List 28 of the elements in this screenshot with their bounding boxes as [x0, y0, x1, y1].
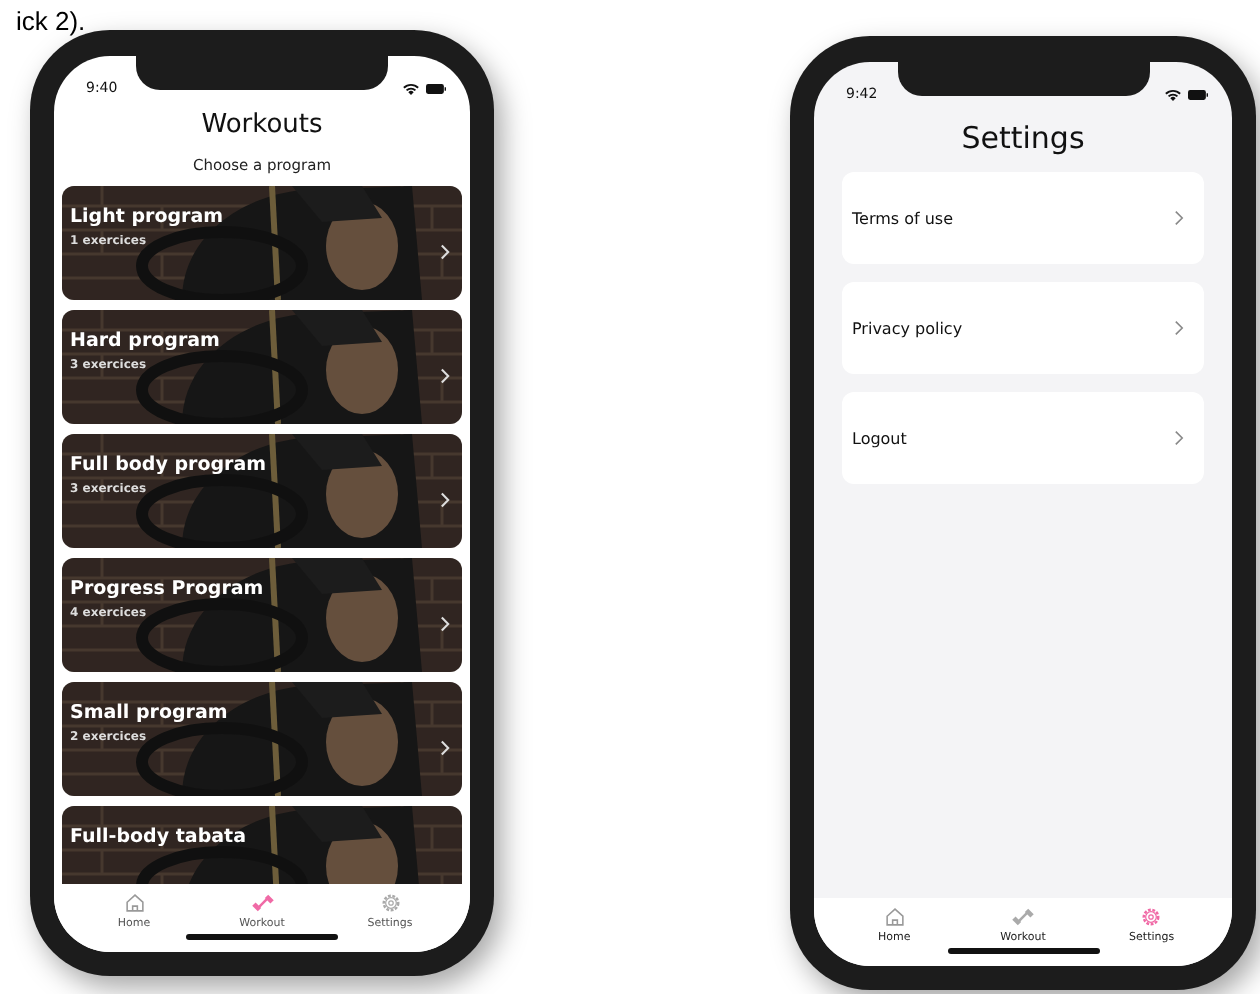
- chevron-icon: [440, 739, 450, 755]
- program-name: Light program: [70, 206, 226, 228]
- program-name: Small program: [70, 702, 230, 724]
- battery-icon: [1188, 89, 1208, 99]
- chevron-icon: [1174, 210, 1184, 226]
- chevron-icon: [440, 491, 450, 507]
- chevron-icon: [1174, 430, 1184, 446]
- program-card[interactable]: Full-body tabata: [62, 806, 462, 884]
- wifi-icon: [1164, 87, 1182, 101]
- caption-text: ick 2).: [16, 6, 86, 36]
- program-name: Hard program: [70, 330, 222, 352]
- program-name: Full body program: [70, 454, 269, 476]
- settings-row[interactable]: Logout: [842, 392, 1204, 484]
- chevron-icon: [440, 243, 450, 259]
- settings-row[interactable]: Terms of use: [842, 172, 1204, 264]
- program-name: Full-body tabata: [70, 826, 248, 848]
- chevron-icon: [1174, 320, 1184, 336]
- screen-title: Workouts: [199, 110, 325, 140]
- row-label: Terms of use: [852, 209, 954, 227]
- screen-title: Settings: [959, 120, 1087, 156]
- settings-row[interactable]: Privacy policy: [842, 282, 1204, 374]
- row-label: Privacy policy: [852, 319, 963, 337]
- row-label: Logout: [852, 429, 907, 447]
- battery-icon: [426, 83, 446, 93]
- wifi-icon: [402, 81, 420, 95]
- chevron-icon: [440, 367, 450, 383]
- chevron-icon: [440, 615, 450, 631]
- program-name: Progress Program: [70, 578, 266, 600]
